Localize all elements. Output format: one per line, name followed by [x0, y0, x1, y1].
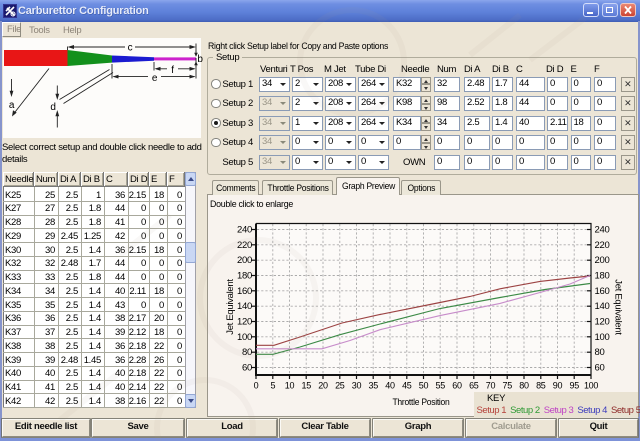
svg-text:100: 100: [595, 332, 610, 343]
svg-text:65: 65: [469, 381, 479, 391]
svg-text:40: 40: [385, 381, 395, 391]
svg-text:60: 60: [595, 363, 605, 374]
svg-text:Throttle Position: Throttle Position: [392, 397, 449, 408]
svg-text:95: 95: [569, 381, 579, 391]
svg-text:60: 60: [452, 381, 462, 391]
svg-text:120: 120: [237, 317, 252, 328]
svg-text:80: 80: [595, 347, 605, 358]
svg-text:20: 20: [318, 381, 328, 391]
svg-text:160: 160: [237, 286, 252, 297]
svg-text:55: 55: [435, 381, 445, 391]
svg-text:85: 85: [536, 381, 546, 391]
svg-text:60: 60: [242, 363, 252, 374]
svg-text:100: 100: [584, 381, 598, 391]
svg-text:240: 240: [595, 225, 610, 236]
svg-text:5: 5: [270, 381, 275, 391]
svg-text:75: 75: [502, 381, 512, 391]
svg-text:25: 25: [335, 381, 345, 391]
svg-text:180: 180: [595, 271, 610, 282]
svg-text:70: 70: [486, 381, 496, 391]
svg-text:80: 80: [242, 347, 252, 358]
svg-text:140: 140: [595, 301, 610, 312]
svg-text:100: 100: [237, 332, 252, 343]
svg-text:180: 180: [237, 271, 252, 282]
svg-text:200: 200: [237, 255, 252, 266]
svg-text:90: 90: [553, 381, 563, 391]
svg-text:50: 50: [419, 381, 429, 391]
svg-text:240: 240: [237, 225, 252, 236]
svg-text:120: 120: [595, 317, 610, 328]
svg-text:30: 30: [352, 381, 362, 391]
svg-text:Jet Equivalent: Jet Equivalent: [225, 279, 236, 335]
svg-text:10: 10: [285, 381, 295, 391]
svg-text:220: 220: [237, 240, 252, 251]
svg-text:Jet Equivalent: Jet Equivalent: [613, 279, 624, 335]
svg-text:80: 80: [519, 381, 529, 391]
svg-text:220: 220: [595, 240, 610, 251]
svg-text:0: 0: [254, 381, 259, 391]
svg-text:15: 15: [301, 381, 311, 391]
svg-text:200: 200: [595, 255, 610, 266]
svg-text:140: 140: [237, 301, 252, 312]
svg-text:160: 160: [595, 286, 610, 297]
svg-text:45: 45: [402, 381, 412, 391]
svg-text:35: 35: [368, 381, 378, 391]
